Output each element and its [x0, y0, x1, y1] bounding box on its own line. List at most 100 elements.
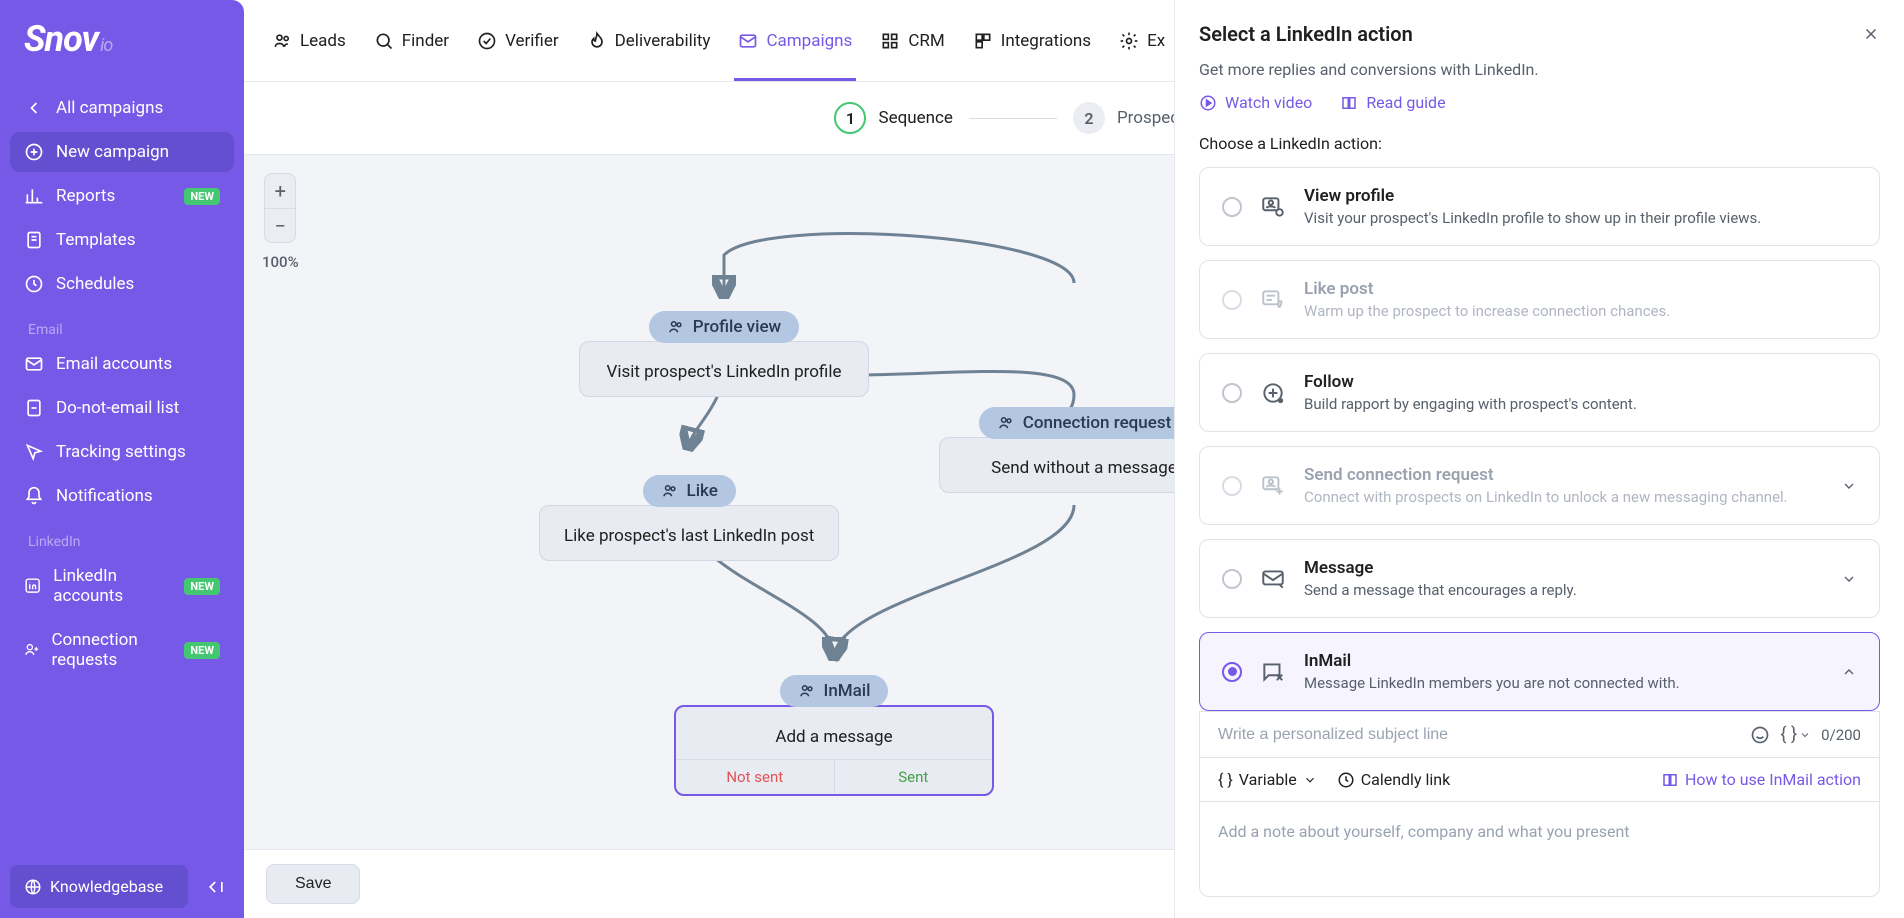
- zoom-in-button[interactable]: +: [265, 174, 295, 208]
- node-split-sent: Sent: [835, 760, 993, 794]
- sidebar-item-dne[interactable]: Do-not-email list: [10, 388, 234, 428]
- choose-label: Choose a LinkedIn action:: [1199, 134, 1880, 153]
- linkedin-icon: [24, 576, 41, 596]
- sidebar-item-connection-requests[interactable]: Connection requests NEW: [10, 620, 234, 680]
- arrow-left-icon: [24, 98, 44, 118]
- action-message[interactable]: Message Send a message that encourages a…: [1199, 539, 1880, 618]
- sidebar-item-email-accounts[interactable]: Email accounts: [10, 344, 234, 384]
- step-1[interactable]: 1 Sequence: [834, 102, 952, 134]
- action-panel: Select a LinkedIn action Get more replie…: [1174, 0, 1904, 918]
- sidebar-section-linkedin: LinkedIn: [10, 520, 234, 556]
- node-profile-view[interactable]: Profile view Visit prospect's LinkedIn p…: [579, 311, 869, 397]
- user-plus-icon: [24, 640, 39, 660]
- zoom-percent: 100%: [262, 253, 299, 271]
- follow-icon: [1260, 380, 1286, 406]
- new-badge: NEW: [184, 642, 220, 659]
- panel-title: Select a LinkedIn action: [1199, 22, 1413, 46]
- like-icon: [661, 482, 679, 500]
- nav-campaigns[interactable]: Campaigns: [738, 0, 852, 81]
- profile-icon: [1260, 194, 1286, 220]
- inmail-icon: [798, 682, 816, 700]
- radio[interactable]: [1222, 197, 1242, 217]
- action-inmail[interactable]: InMail Message LinkedIn members you are …: [1199, 632, 1880, 711]
- sidebar-item-new-campaign[interactable]: New campaign: [10, 132, 234, 172]
- panel-subtitle: Get more replies and conversions with Li…: [1199, 60, 1880, 79]
- save-button[interactable]: Save: [266, 864, 360, 904]
- sidebar-item-schedules[interactable]: Schedules: [10, 264, 234, 304]
- users-icon: [667, 318, 685, 336]
- body-textarea[interactable]: [1218, 822, 1861, 872]
- radio: [1222, 290, 1242, 310]
- char-count: 0/200: [1821, 726, 1861, 744]
- grid-icon: [880, 31, 900, 51]
- action-view-profile[interactable]: View profile Visit your prospect's Linke…: [1199, 167, 1880, 246]
- bell-icon: [24, 486, 44, 506]
- inmail-editor: { } 0/200 { } Variable Calendly link: [1199, 711, 1880, 897]
- chevron-down-icon: [1841, 571, 1857, 587]
- gear-icon: [1119, 31, 1139, 51]
- action-send-connection: Send connection request Connect with pro…: [1199, 446, 1880, 525]
- users-icon: [272, 31, 292, 51]
- logo: Snovio: [0, 0, 244, 80]
- new-badge: NEW: [184, 188, 220, 205]
- radio[interactable]: [1222, 662, 1242, 682]
- subject-input[interactable]: [1218, 726, 1740, 744]
- flame-icon: [587, 31, 607, 51]
- message-icon: [1260, 566, 1286, 592]
- action-like-post: Like post Warm up the prospect to increa…: [1199, 260, 1880, 339]
- sidebar-item-templates[interactable]: Templates: [10, 220, 234, 260]
- file-icon: [24, 230, 44, 250]
- nav-leads[interactable]: Leads: [272, 0, 346, 81]
- nav-extras[interactable]: Ex: [1119, 0, 1165, 81]
- node-split-not-sent: Not sent: [676, 760, 835, 794]
- sidebar-item-reports[interactable]: Reports NEW: [10, 176, 234, 216]
- minus-doc-icon: [24, 398, 44, 418]
- sidebar-item-notifications[interactable]: Notifications: [10, 476, 234, 516]
- nav-verifier[interactable]: Verifier: [477, 0, 559, 81]
- nav-integrations[interactable]: Integrations: [973, 0, 1091, 81]
- chevron-down-icon: [1841, 478, 1857, 494]
- connect-icon: [997, 414, 1015, 432]
- zoom-out-button[interactable]: −: [265, 208, 295, 242]
- sidebar-item-all-campaigns[interactable]: All campaigns: [10, 88, 234, 128]
- sidebar-item-linkedin-accounts[interactable]: LinkedIn accounts NEW: [10, 556, 234, 616]
- like-post-icon: [1260, 287, 1286, 313]
- variable-dropdown[interactable]: { } Variable: [1218, 770, 1317, 789]
- radio[interactable]: [1222, 569, 1242, 589]
- check-circle-icon: [477, 31, 497, 51]
- help-link[interactable]: How to use InMail action: [1661, 770, 1861, 789]
- cursor-icon: [24, 442, 44, 462]
- calendly-button[interactable]: Calendly link: [1337, 770, 1451, 789]
- clock-icon: [24, 274, 44, 294]
- nav-crm[interactable]: CRM: [880, 0, 944, 81]
- puzzle-icon: [973, 31, 993, 51]
- watch-video-link[interactable]: Watch video: [1199, 93, 1312, 112]
- action-follow[interactable]: Follow Build rapport by engaging with pr…: [1199, 353, 1880, 432]
- nav-deliverability[interactable]: Deliverability: [587, 0, 711, 81]
- sidebar: Snovio All campaigns New campaign Report…: [0, 0, 244, 918]
- collapse-sidebar-button[interactable]: [198, 877, 234, 897]
- search-icon: [374, 31, 394, 51]
- plus-circle-icon: [24, 142, 44, 162]
- radio[interactable]: [1222, 383, 1242, 403]
- variable-button[interactable]: { }: [1780, 724, 1811, 745]
- node-like[interactable]: Like Like prospect's last LinkedIn post: [539, 475, 839, 561]
- globe-icon: [24, 878, 42, 896]
- inmail-icon: [1260, 659, 1286, 685]
- nav-finder[interactable]: Finder: [374, 0, 449, 81]
- mail-icon: [24, 354, 44, 374]
- sidebar-section-email: Email: [10, 308, 234, 344]
- close-button[interactable]: [1862, 25, 1880, 43]
- knowledgebase-button[interactable]: Knowledgebase: [10, 865, 188, 908]
- connection-icon: [1260, 473, 1286, 499]
- sidebar-item-tracking[interactable]: Tracking settings: [10, 432, 234, 472]
- bar-chart-icon: [24, 186, 44, 206]
- radio: [1222, 476, 1242, 496]
- zoom-control: + − 100%: [262, 173, 299, 271]
- chevron-up-icon: [1841, 664, 1857, 680]
- read-guide-link[interactable]: Read guide: [1340, 93, 1445, 112]
- mail-icon: [738, 31, 758, 51]
- emoji-button[interactable]: [1750, 725, 1770, 745]
- main: Leads Finder Verifier Deliverability Cam…: [244, 0, 1904, 918]
- node-inmail[interactable]: InMail Add a message Not sent Sent: [674, 675, 994, 796]
